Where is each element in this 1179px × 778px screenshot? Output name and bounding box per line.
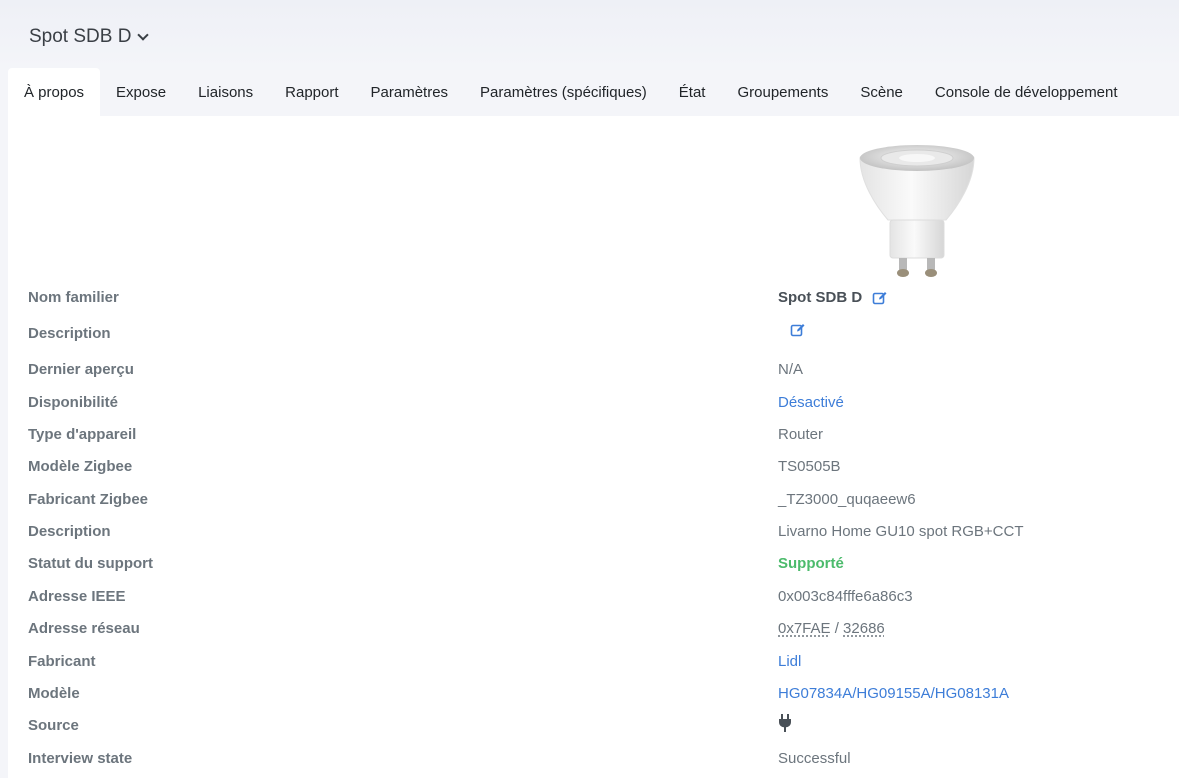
zigbee-model-label: Modèle Zigbee: [28, 458, 133, 475]
description-value: Livarno Home GU10 spot RGB+CCT: [778, 523, 1024, 540]
device-type-label: Type d'appareil: [28, 426, 137, 443]
description-edit-group: [790, 322, 806, 338]
device-type-value: Router: [778, 426, 824, 443]
interview-state-value: Successful: [778, 750, 851, 767]
support-status-label: Statut du support: [28, 555, 153, 572]
row-friendly-name: Nom familier Spot SDB D: [8, 286, 1179, 310]
row-zigbee-model: Modèle Zigbee TS0505B: [8, 455, 1179, 479]
tab-bindings[interactable]: Liaisons: [182, 68, 269, 116]
friendly-name-label: Nom familier: [28, 289, 119, 306]
row-last-seen: Dernier aperçu N/A: [8, 358, 1179, 382]
tab-scene[interactable]: Scène: [844, 68, 919, 116]
zigbee-manufacturer-label: Fabricant Zigbee: [28, 491, 149, 508]
row-ieee-address: Adresse IEEE 0x003c84fffe6a86c3: [8, 585, 1179, 609]
about-panel: Nom familier Spot SDB D Description Dern…: [8, 116, 1179, 778]
tab-bar: À propos Expose Liaisons Rapport Paramèt…: [8, 68, 1134, 116]
manufacturer-label: Fabricant: [28, 653, 96, 670]
description-edit-label: Description: [28, 325, 111, 342]
tab-expose[interactable]: Expose: [100, 68, 182, 116]
tab-settings-specific[interactable]: Paramètres (spécifiques): [464, 68, 663, 116]
tab-groups[interactable]: Groupements: [721, 68, 844, 116]
model-label: Modèle: [28, 685, 80, 702]
row-support-status: Statut du support Supporté: [8, 552, 1179, 576]
plug-icon: [779, 714, 791, 732]
availability-label: Disponibilité: [28, 394, 118, 411]
edit-friendly-name-icon[interactable]: [872, 290, 888, 306]
support-status-value: Supporté: [778, 555, 844, 572]
network-address-value: 0x7FAE / 32686: [778, 617, 885, 641]
source-label: Source: [28, 717, 79, 734]
availability-link[interactable]: Désactivé: [778, 391, 844, 415]
device-selector[interactable]: Spot SDB D: [29, 26, 150, 48]
device-image: [859, 145, 975, 277]
row-network-address: Adresse réseau 0x7FAE / 32686: [8, 617, 1179, 641]
row-model: Modèle HG07834A/HG09155A/HG08131A: [8, 682, 1179, 706]
device-name: Spot SDB D: [29, 26, 132, 47]
description-label: Description: [28, 523, 111, 540]
last-seen-value: N/A: [778, 361, 804, 378]
model-link[interactable]: HG07834A/HG09155A/HG08131A: [778, 682, 1009, 706]
ieee-address-value: 0x003c84fffe6a86c3: [778, 588, 913, 605]
row-description: Description Livarno Home GU10 spot RGB+C…: [8, 520, 1179, 544]
row-interview-state: Interview state Successful: [8, 747, 1179, 771]
source-value: [778, 714, 792, 732]
friendly-name-value-group: Spot SDB D: [778, 286, 888, 310]
row-zigbee-manufacturer: Fabricant Zigbee _TZ3000_quqaeew6: [8, 488, 1179, 512]
tab-dev-console[interactable]: Console de développement: [919, 68, 1134, 116]
tab-about[interactable]: À propos: [8, 68, 101, 116]
interview-state-label: Interview state: [28, 750, 133, 767]
friendly-name-value: Spot SDB D: [778, 289, 863, 306]
network-address-dec: 32686: [843, 620, 885, 637]
tab-state[interactable]: État: [663, 68, 722, 116]
zigbee-model-value: TS0505B: [778, 458, 841, 475]
row-availability: Disponibilité Désactivé: [8, 391, 1179, 415]
row-device-type: Type d'appareil Router: [8, 423, 1179, 447]
zigbee-manufacturer-value: _TZ3000_quqaeew6: [778, 491, 916, 508]
tab-settings[interactable]: Paramètres: [355, 68, 465, 116]
network-address-hex: 0x7FAE: [778, 620, 831, 637]
row-manufacturer: Fabricant Lidl: [8, 650, 1179, 674]
row-source: Source: [8, 714, 1179, 738]
last-seen-label: Dernier aperçu: [28, 361, 134, 378]
edit-description-icon[interactable]: [790, 322, 806, 338]
network-address-label: Adresse réseau: [28, 620, 140, 637]
manufacturer-link[interactable]: Lidl: [778, 650, 801, 674]
row-description-edit: Description: [8, 322, 1179, 346]
network-address-separator: /: [830, 620, 844, 637]
top-bar: Spot SDB D: [0, 0, 1179, 68]
chevron-down-icon: [137, 28, 150, 41]
tab-reporting[interactable]: Rapport: [269, 68, 354, 116]
ieee-address-label: Adresse IEEE: [28, 588, 126, 605]
